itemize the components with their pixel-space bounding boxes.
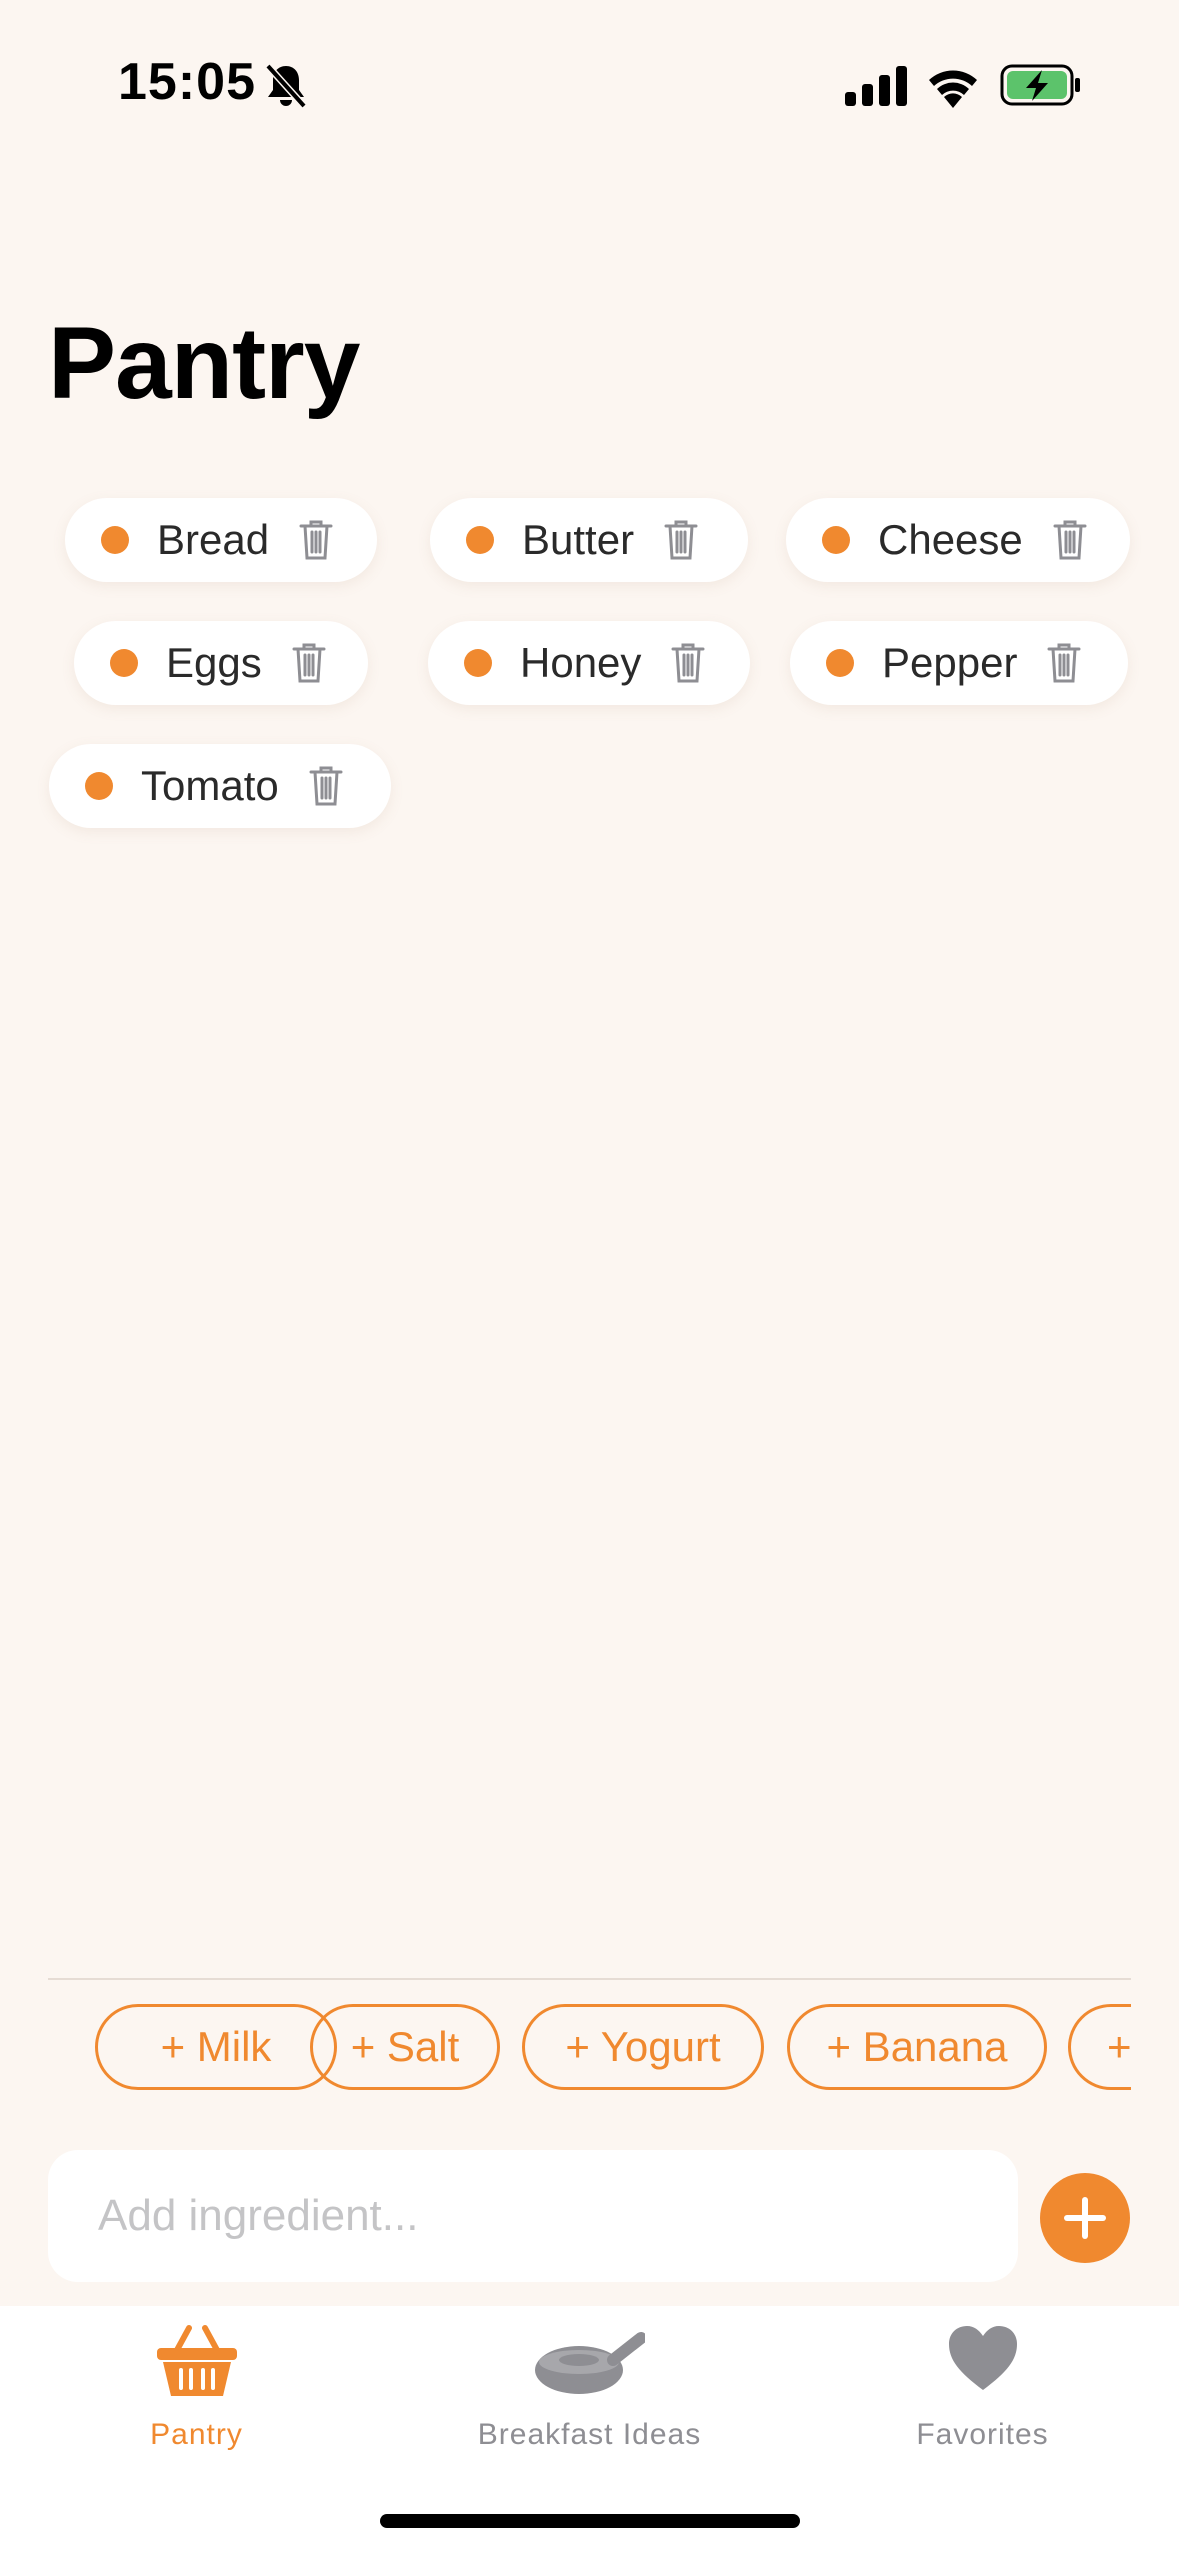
trash-icon[interactable] [1045, 641, 1083, 685]
trash-icon[interactable] [297, 518, 335, 562]
suggestion-yogurt-button[interactable]: + Yogurt [522, 2004, 764, 2090]
add-button[interactable] [1040, 2173, 1130, 2263]
bell-slash-icon [265, 63, 307, 109]
suggestion-scroller[interactable]: + Milk + Salt + Yogurt + Banana + [48, 2000, 1131, 2100]
status-dot [826, 649, 854, 677]
basket-icon [156, 2325, 237, 2396]
trash-icon[interactable] [1051, 518, 1089, 562]
status-time: 15:05 [118, 53, 256, 111]
frying-pan-icon [534, 2332, 645, 2394]
divider [48, 1978, 1131, 1980]
status-dot [85, 772, 113, 800]
home-indicator [380, 2514, 800, 2528]
pantry-chip-cheese: Cheese [786, 498, 1130, 582]
tab-favorites[interactable]: Favorites [786, 2306, 1179, 2506]
trash-icon[interactable] [669, 641, 707, 685]
suggestion-more-button[interactable]: + [1068, 2004, 1131, 2090]
chip-label: Butter [522, 516, 635, 563]
trash-icon[interactable] [662, 518, 700, 562]
tab-label: Favorites [916, 2418, 1049, 2451]
status-dot [822, 526, 850, 554]
status-bar: 15:05 [0, 0, 1179, 160]
chip-label: Pepper [882, 639, 1018, 686]
status-dot [101, 526, 129, 554]
trash-icon[interactable] [290, 641, 328, 685]
heart-icon [948, 2326, 1017, 2390]
page-title: Pantry [48, 306, 360, 420]
trash-icon[interactable] [307, 764, 345, 808]
battery-charging-icon [1000, 64, 1080, 106]
status-dot [464, 649, 492, 677]
pantry-chip-tomato: Tomato [49, 744, 391, 828]
pantry-chip-honey: Honey [428, 621, 750, 705]
suggestion-milk-button[interactable]: + Milk [95, 2004, 337, 2090]
pantry-chip-pepper: Pepper [790, 621, 1128, 705]
plus-icon [1064, 2197, 1106, 2239]
suggestion-salt-button[interactable]: + Salt [310, 2004, 500, 2090]
pantry-chip-bread: Bread [65, 498, 377, 582]
tab-breakfast-ideas[interactable]: Breakfast Ideas [393, 2306, 786, 2506]
pantry-chip-eggs: Eggs [74, 621, 368, 705]
chip-label: Eggs [166, 639, 262, 686]
status-dot [466, 526, 494, 554]
add-ingredient-field[interactable] [48, 2150, 1018, 2282]
chip-label: Bread [157, 516, 270, 563]
status-dot [110, 649, 138, 677]
suggestion-banana-button[interactable]: + Banana [787, 2004, 1047, 2090]
wifi-icon [929, 70, 977, 108]
pantry-chip-butter: Butter [430, 498, 748, 582]
chip-label: Tomato [141, 762, 279, 809]
chip-label: Honey [520, 639, 642, 686]
tab-label: Pantry [150, 2418, 243, 2451]
tab-label: Breakfast Ideas [477, 2418, 702, 2451]
tab-pantry[interactable]: Pantry [0, 2306, 393, 2506]
cellular-signal-icon [845, 66, 907, 106]
chip-label: Cheese [878, 516, 1023, 563]
add-ingredient-input[interactable] [96, 2190, 970, 2242]
